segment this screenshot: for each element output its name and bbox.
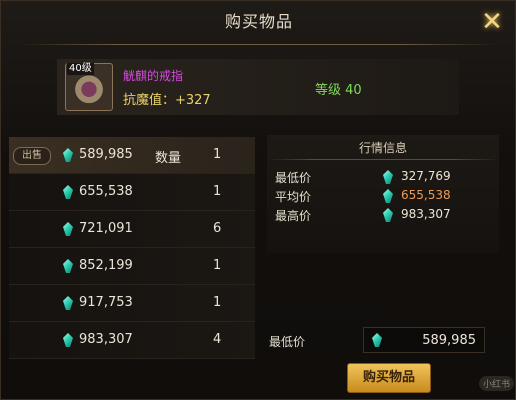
market-value: 655,538 [401, 188, 451, 202]
gem-icon [372, 333, 382, 347]
market-divider [267, 159, 499, 160]
item-info-panel [57, 59, 459, 115]
listing-quantity: 1 [213, 147, 222, 162]
market-label: 平均价 [275, 190, 312, 204]
purchase-dialog: 购买物品 ✕ 40级 觥麒的戒指 抗魔值：+327 等级 40 出售 589,9… [0, 0, 516, 400]
listing-row[interactable]: 983,307 4 [9, 322, 255, 359]
item-stat: 抗魔值：+327 [123, 93, 211, 108]
gem-icon [383, 170, 393, 184]
gem-icon [383, 189, 393, 203]
listing-row[interactable]: 852,199 1 [9, 248, 255, 285]
title-divider [19, 44, 499, 45]
purchase-price-label: 最低价 [269, 335, 306, 349]
listing-quantity: 1 [213, 258, 222, 273]
listing-quantity: 1 [213, 295, 222, 310]
buy-button[interactable]: 购买物品 [347, 363, 431, 393]
listing-quantity: 4 [213, 332, 222, 347]
listing-price: 589,985 [79, 147, 133, 162]
gem-icon [63, 185, 73, 199]
listing-row[interactable]: 917,753 1 [9, 285, 255, 322]
listing-row[interactable]: 出售 589,985 数量 1 [9, 137, 255, 174]
gem-icon [383, 208, 393, 222]
gem-icon [63, 333, 73, 347]
market-value: 983,307 [401, 207, 451, 221]
market-label: 最低价 [275, 171, 312, 185]
gem-icon [63, 222, 73, 236]
listing-price: 917,753 [79, 295, 133, 310]
gem-icon [63, 296, 73, 310]
listing-price: 721,091 [79, 221, 133, 236]
market-min-row: 最低价 327,769 [275, 169, 495, 187]
market-value: 327,769 [401, 169, 451, 183]
dialog-title: 购买物品 [224, 12, 293, 31]
quantity-label: 数量 [155, 151, 182, 166]
listing-quantity: 1 [213, 184, 222, 199]
item-name: 觥麒的戒指 [123, 69, 184, 83]
watermark: 小红书 [479, 376, 515, 391]
market-max-row: 最高价 983,307 [275, 207, 495, 225]
sale-tag: 出售 [13, 147, 51, 165]
market-title: 行情信息 [358, 141, 407, 155]
item-level-badge: 40级 [67, 63, 94, 75]
listing-quantity: 6 [213, 221, 222, 236]
gem-icon [63, 259, 73, 273]
listing-list: 出售 589,985 数量 1 655,538 1 721,091 6 852,… [9, 137, 255, 359]
listing-price: 655,538 [79, 184, 133, 199]
gem-icon [63, 148, 73, 162]
listing-row[interactable]: 721,091 6 [9, 211, 255, 248]
purchase-price-value: 589,985 [422, 333, 476, 348]
market-avg-row: 平均价 655,538 [275, 188, 495, 206]
purchase-price-field[interactable]: 589,985 [363, 327, 485, 353]
close-icon[interactable]: ✕ [477, 7, 507, 37]
item-grade: 等级 40 [315, 83, 362, 98]
listing-row[interactable]: 655,538 1 [9, 174, 255, 211]
listing-price: 983,307 [79, 332, 133, 347]
listing-price: 852,199 [79, 258, 133, 273]
market-info-panel: 行情信息 最低价 327,769 平均价 655,538 最高价 983,307 [267, 135, 499, 253]
market-label: 最高价 [275, 209, 312, 223]
